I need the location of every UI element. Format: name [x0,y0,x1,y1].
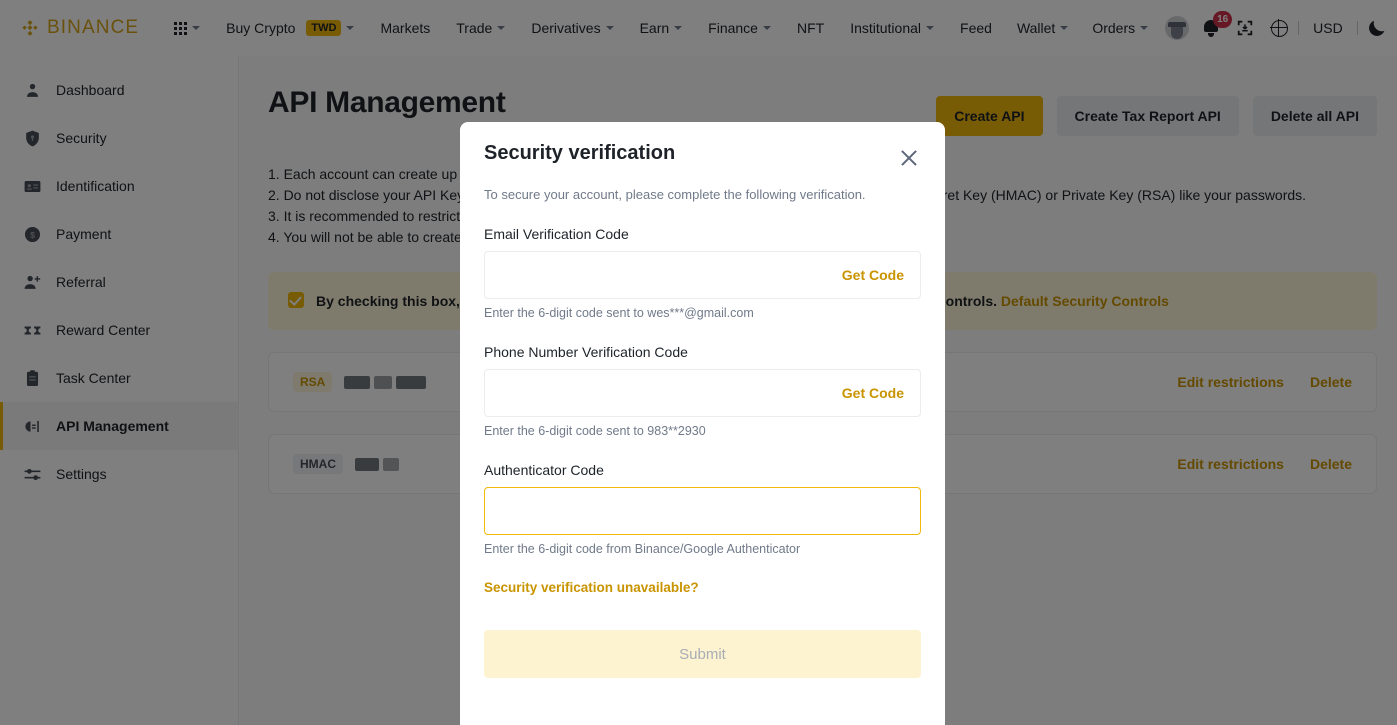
email-code-label: Email Verification Code [484,226,629,242]
authenticator-code-input[interactable] [501,488,904,534]
email-get-code-button[interactable]: Get Code [842,267,904,283]
modal-header: Security verification [484,122,921,169]
phone-get-code-button[interactable]: Get Code [842,385,904,401]
phone-code-input-wrap[interactable]: Get Code [484,369,921,417]
authenticator-code-hint: Enter the 6-digit code from Binance/Goog… [484,542,801,556]
app-root: BINANCE Buy Crypto TWD Markets Trade [0,0,1397,725]
security-verification-modal: Security verification To secure your acc… [460,122,945,725]
authenticator-code-input-wrap[interactable] [484,487,921,535]
close-icon[interactable] [898,147,920,169]
authenticator-code-label: Authenticator Code [484,462,604,478]
email-code-input-wrap[interactable]: Get Code [484,251,921,299]
security-verification-unavailable-link[interactable]: Security verification unavailable? [484,580,921,595]
phone-code-label: Phone Number Verification Code [484,344,688,360]
phone-code-input[interactable] [501,370,842,416]
modal-title: Security verification [484,142,676,164]
submit-button[interactable]: Submit [484,630,921,678]
phone-code-hint: Enter the 6-digit code sent to 983**2930 [484,424,706,438]
modal-subtitle: To secure your account, please complete … [484,187,866,202]
email-code-input[interactable] [501,252,842,298]
email-code-hint: Enter the 6-digit code sent to wes***@gm… [484,306,754,320]
